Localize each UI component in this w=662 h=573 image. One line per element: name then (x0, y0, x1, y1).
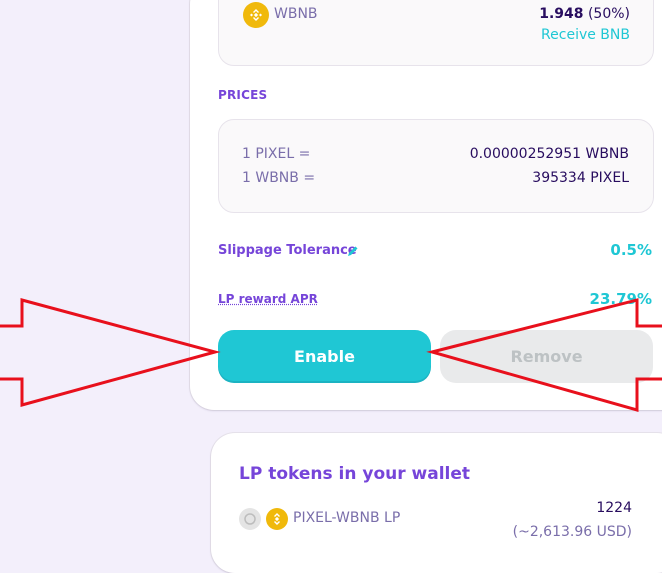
amount-percent: (50%) (588, 6, 630, 22)
enable-button[interactable]: Enable (218, 330, 431, 383)
token-symbol: WBNB (274, 6, 318, 22)
lp-token-amount: 1224 (596, 500, 632, 516)
receive-bnb-link[interactable]: Receive BNB (541, 27, 630, 43)
left-arrow-annotation (0, 300, 215, 405)
pixel-token-icon (239, 508, 261, 530)
token-amount: 1.948 (50%) (539, 6, 630, 22)
price-label-2: 1 WBNB = (242, 170, 315, 186)
lp-pair-name: PIXEL-WBNB LP (293, 510, 400, 526)
slippage-tolerance-value: 0.5% (610, 241, 652, 259)
bnb-token-icon (266, 508, 288, 530)
lp-reward-apr-label[interactable]: LP reward APR (218, 292, 318, 306)
remove-button[interactable]: Remove (440, 330, 653, 383)
price-value-1: 0.00000252951 WBNB (470, 146, 629, 162)
lp-usd-value: (~2,613.96 USD) (513, 524, 632, 540)
lp-wallet-card (211, 433, 662, 573)
prices-box (218, 119, 654, 213)
slippage-tolerance-label: Slippage Tolerance (218, 243, 357, 258)
bnb-token-icon (243, 2, 269, 28)
amount-value: 1.948 (539, 6, 583, 22)
lp-reward-apr-value: 23.79% (590, 290, 652, 308)
lp-wallet-title: LP tokens in your wallet (239, 464, 470, 484)
price-value-2: 395334 PIXEL (532, 170, 629, 186)
price-label-1: 1 PIXEL = (242, 146, 310, 162)
prices-heading: PRICES (218, 88, 267, 102)
pencil-icon[interactable] (346, 243, 360, 257)
